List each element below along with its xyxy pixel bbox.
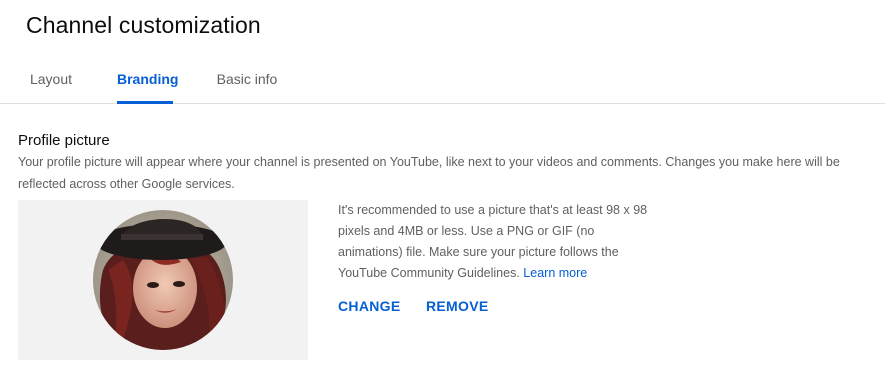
profile-avatar <box>93 210 233 350</box>
change-button[interactable]: CHANGE <box>338 296 400 316</box>
guideline-line: animations) file. Make sure your picture… <box>338 245 619 259</box>
guideline-line: YouTube Community Guidelines. Learn more <box>338 263 668 284</box>
guideline-line: It's recommended to use a picture that's… <box>338 203 648 217</box>
learn-more-link[interactable]: Learn more <box>523 266 587 280</box>
guideline-text: YouTube Community Guidelines. <box>338 266 520 280</box>
profile-picture-heading: Profile picture <box>18 132 110 149</box>
guideline-line: pixels and 4MB or less. Use a PNG or GIF… <box>338 224 595 238</box>
tab-layout[interactable]: Layout <box>29 62 73 104</box>
description-line: reflected across other Google services. <box>18 177 235 191</box>
tab-basic-info[interactable]: Basic info <box>216 62 278 104</box>
tab-branding-label: Branding <box>117 71 179 87</box>
profile-picture-guidelines: It's recommended to use a picture that's… <box>338 200 668 284</box>
active-tab-indicator <box>117 101 173 104</box>
description-line: Your profile picture will appear where y… <box>18 155 840 169</box>
tab-layout-label: Layout <box>29 71 73 87</box>
tab-branding[interactable]: Branding <box>117 62 178 104</box>
tab-bar: Layout Branding Basic info <box>0 62 885 104</box>
channel-customization-page: Channel customization Layout Branding Ba… <box>0 0 885 380</box>
profile-picture-preview <box>18 200 308 360</box>
page-title: Channel customization <box>26 12 261 38</box>
remove-button[interactable]: REMOVE <box>426 296 488 316</box>
tab-basic-info-label: Basic info <box>216 71 278 87</box>
profile-picture-description: Your profile picture will appear where y… <box>18 151 878 195</box>
